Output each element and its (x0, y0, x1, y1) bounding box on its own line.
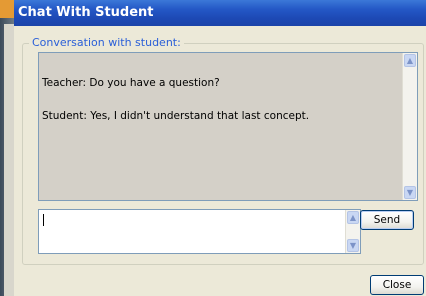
conversation-scrollbar[interactable]: ▲ ▼ (402, 53, 417, 200)
send-button[interactable]: Send (360, 210, 414, 230)
message-teacher: Teacher: Do you have a question? (42, 77, 220, 89)
conversation-log[interactable]: Teacher: Do you have a question? Student… (38, 52, 418, 201)
chevron-down-icon[interactable]: ▼ (347, 239, 359, 252)
chevron-down-icon[interactable]: ▼ (404, 186, 416, 199)
text-caret (43, 214, 44, 226)
conversation-group-label: Conversation with student: (29, 36, 184, 49)
chevron-up-icon[interactable]: ▲ (404, 54, 416, 67)
conversation-text: Teacher: Do you have a question? Student… (42, 56, 309, 144)
background-window-titlebar (0, 0, 14, 18)
message-input-scrollbar[interactable]: ▲ ▼ (345, 210, 360, 253)
chevron-up-icon[interactable]: ▲ (347, 211, 359, 224)
window-title: Chat With Student (18, 5, 154, 20)
message-input[interactable]: ▲ ▼ (38, 209, 361, 254)
message-student: Student: Yes, I didn't understand that l… (42, 110, 310, 122)
close-button[interactable]: Close (370, 275, 424, 295)
window-titlebar[interactable]: Chat With Student (14, 0, 426, 26)
chat-dialog: Chat With Student Conversation with stud… (14, 0, 426, 296)
background-window-edge (0, 0, 15, 296)
